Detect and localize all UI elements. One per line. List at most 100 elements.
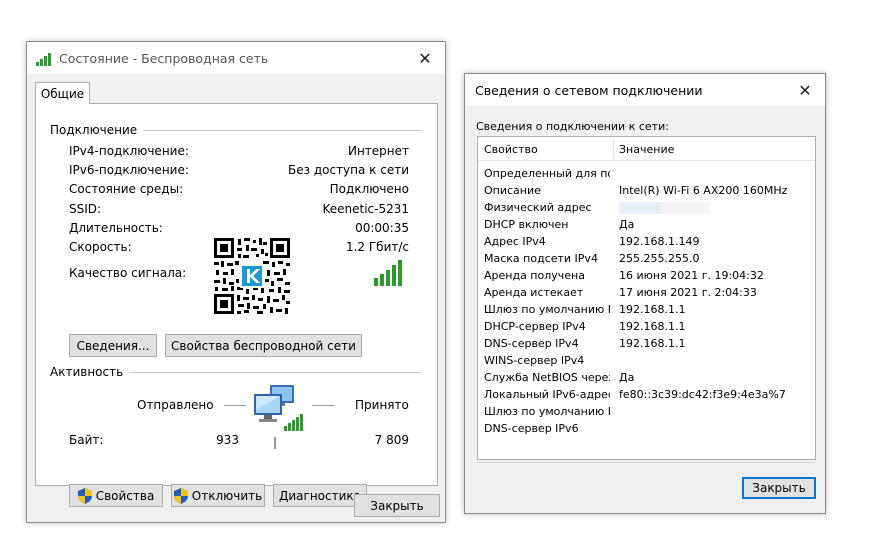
- status-window: Состояние - Беспроводная сеть ✕ Общие По…: [26, 41, 446, 523]
- row-property: Аренда получена: [484, 269, 585, 282]
- details-row[interactable]: DHCP-сервер IPv4 192.168.1.1: [478, 318, 815, 335]
- received-label: Принято: [355, 398, 409, 412]
- row-property: Аренда истекает: [484, 286, 584, 299]
- ipv6-connectivity-value: Без доступа к сети: [288, 163, 409, 177]
- row-value: 16 июня 2021 г. 19:04:32: [619, 269, 764, 282]
- details-row[interactable]: Физический адрес: [478, 199, 815, 216]
- general-tab-panel: Подключение IPv4-подключение: Интернет I…: [35, 103, 438, 507]
- network-computers-icon: [254, 385, 303, 431]
- details-row[interactable]: Описание Intel(R) Wi-Fi 6 AX200 160MHz: [478, 182, 815, 199]
- disconnect-button-label: Отключить: [191, 488, 263, 503]
- received-line: [312, 405, 334, 406]
- row-value: Да: [619, 371, 635, 384]
- column-header-value[interactable]: Значение: [613, 137, 813, 161]
- row-property: Шлюз по умолчанию IP...: [484, 303, 610, 316]
- duration-value: 00:00:35: [355, 221, 409, 235]
- row-property: Описание: [484, 184, 541, 197]
- signal-quality-label: Качество сигнала:: [69, 266, 187, 280]
- speed-value: 1.2 Гбит/с: [345, 240, 409, 254]
- details-row[interactable]: Локальный IPv6-адрес... fe80::3c39:dc42:f…: [478, 386, 815, 403]
- qr-code-image: [213, 237, 291, 315]
- row-property: DHCP включен: [484, 218, 569, 231]
- row-property: Адрес IPv4: [484, 235, 546, 248]
- connection-group-label: Подключение: [50, 123, 144, 137]
- disconnect-button[interactable]: Отключить: [171, 484, 265, 507]
- details-row[interactable]: Адрес IPv4 192.168.1.149: [478, 233, 815, 250]
- sent-label: Отправлено: [137, 398, 214, 412]
- row-value: Intel(R) Wi-Fi 6 AX200 160MHz: [619, 184, 788, 197]
- row-property: DHCP-сервер IPv4: [484, 320, 586, 333]
- row-value: 192.168.1.1: [619, 337, 686, 350]
- wireless-properties-button[interactable]: Свойства беспроводной сети: [165, 334, 362, 357]
- network-activity-tick: [274, 437, 276, 449]
- received-bytes-value: 7 809: [374, 433, 409, 447]
- duration-label: Длительность:: [69, 221, 163, 235]
- media-state-value: Подключено: [329, 182, 409, 196]
- details-row[interactable]: Аренда истекает 17 июня 2021 г. 2:04:33: [478, 284, 815, 301]
- details-close-button[interactable]: Закрыть: [742, 477, 816, 499]
- details-row[interactable]: DNS-сервер IPv6: [478, 420, 815, 437]
- status-window-close-icon[interactable]: ✕: [405, 42, 445, 74]
- details-row[interactable]: DHCP включен Да: [478, 216, 815, 233]
- row-value: 192.168.1.1: [619, 303, 686, 316]
- row-property: Маска подсети IPv4: [484, 252, 598, 265]
- details-row[interactable]: Маска подсети IPv4 255.255.255.0: [478, 250, 815, 267]
- details-row[interactable]: WINS-сервер IPv4: [478, 352, 815, 369]
- ipv6-connectivity-label: IPv6-подключение:: [69, 163, 189, 177]
- row-value: Да: [619, 218, 635, 231]
- details-row[interactable]: Шлюз по умолчанию IP...: [478, 403, 815, 420]
- details-subtitle: Сведения о подключении к сети:: [476, 120, 669, 133]
- signal-strength-bars-icon: [374, 260, 402, 286]
- tab-general[interactable]: Общие: [35, 82, 90, 104]
- media-state-label: Состояние среды:: [69, 182, 184, 196]
- details-row[interactable]: DNS-сервер IPv4 192.168.1.1: [478, 335, 815, 352]
- row-property: DNS-сервер IPv6: [484, 422, 579, 435]
- uac-shield-icon: [173, 487, 188, 504]
- row-property: DNS-сервер IPv4: [484, 337, 579, 350]
- row-value: 255.255.255.0: [619, 252, 700, 265]
- column-header-property[interactable]: Свойство: [478, 137, 613, 161]
- row-value-redacted: [619, 201, 809, 214]
- uac-shield-icon: [77, 487, 92, 504]
- details-window-close-icon[interactable]: ✕: [785, 74, 825, 106]
- sent-bytes-value: 933: [216, 433, 239, 447]
- ssid-value: Keenetic-5231: [322, 202, 409, 216]
- row-property: Служба NetBIOS через...: [484, 371, 610, 384]
- activity-group-divider: [120, 372, 421, 373]
- details-row[interactable]: Шлюз по умолчанию IP... 192.168.1.1: [478, 301, 815, 318]
- row-property: Физический адрес: [484, 201, 592, 214]
- status-window-title: Состояние - Беспроводная сеть: [59, 51, 269, 66]
- bytes-label: Байт:: [69, 433, 104, 447]
- status-close-button[interactable]: Закрыть: [354, 494, 440, 517]
- properties-button[interactable]: Свойства: [69, 484, 163, 507]
- row-property: Локальный IPv6-адрес...: [484, 388, 610, 401]
- details-window: Сведения о сетевом подключении ✕ Сведени…: [464, 73, 826, 514]
- details-row[interactable]: Аренда получена 16 июня 2021 г. 19:04:32: [478, 267, 815, 284]
- sent-line: [224, 405, 246, 406]
- row-value: fe80::3c39:dc42:f3e9:4e3a%7: [619, 388, 786, 401]
- row-value: 192.168.1.1: [619, 320, 686, 333]
- details-window-titlebar[interactable]: Сведения о сетевом подключении ✕: [465, 74, 825, 106]
- diagnostics-button[interactable]: Диагностика: [273, 484, 367, 507]
- activity-group-label: Активность: [50, 365, 130, 379]
- properties-button-label: Свойства: [95, 488, 155, 503]
- row-property: WINS-сервер IPv4: [484, 354, 585, 367]
- ipv4-connectivity-value: Интернет: [347, 144, 409, 158]
- connection-group-divider: [128, 130, 421, 131]
- ssid-label: SSID:: [69, 202, 102, 216]
- status-window-titlebar[interactable]: Состояние - Беспроводная сеть ✕: [27, 42, 445, 74]
- details-list-header: Свойство Значение: [478, 137, 815, 161]
- details-window-title: Сведения о сетевом подключении: [475, 83, 703, 98]
- details-footer-divider: [477, 462, 815, 463]
- row-value: 17 июня 2021 г. 2:04:33: [619, 286, 757, 299]
- row-value: 192.168.1.149: [619, 235, 700, 248]
- row-property: Определенный для по...: [484, 167, 610, 180]
- speed-label: Скорость:: [69, 240, 132, 254]
- details-row[interactable]: Определенный для по...: [478, 165, 815, 182]
- details-row[interactable]: Служба NetBIOS через... Да: [478, 369, 815, 386]
- details-list[interactable]: Свойство Значение Определенный для по...…: [477, 136, 816, 460]
- redacted-mac-address: [619, 202, 711, 214]
- ipv4-connectivity-label: IPv4-подключение:: [69, 144, 189, 158]
- row-property: Шлюз по умолчанию IP...: [484, 405, 610, 418]
- details-button[interactable]: Сведения...: [69, 334, 157, 357]
